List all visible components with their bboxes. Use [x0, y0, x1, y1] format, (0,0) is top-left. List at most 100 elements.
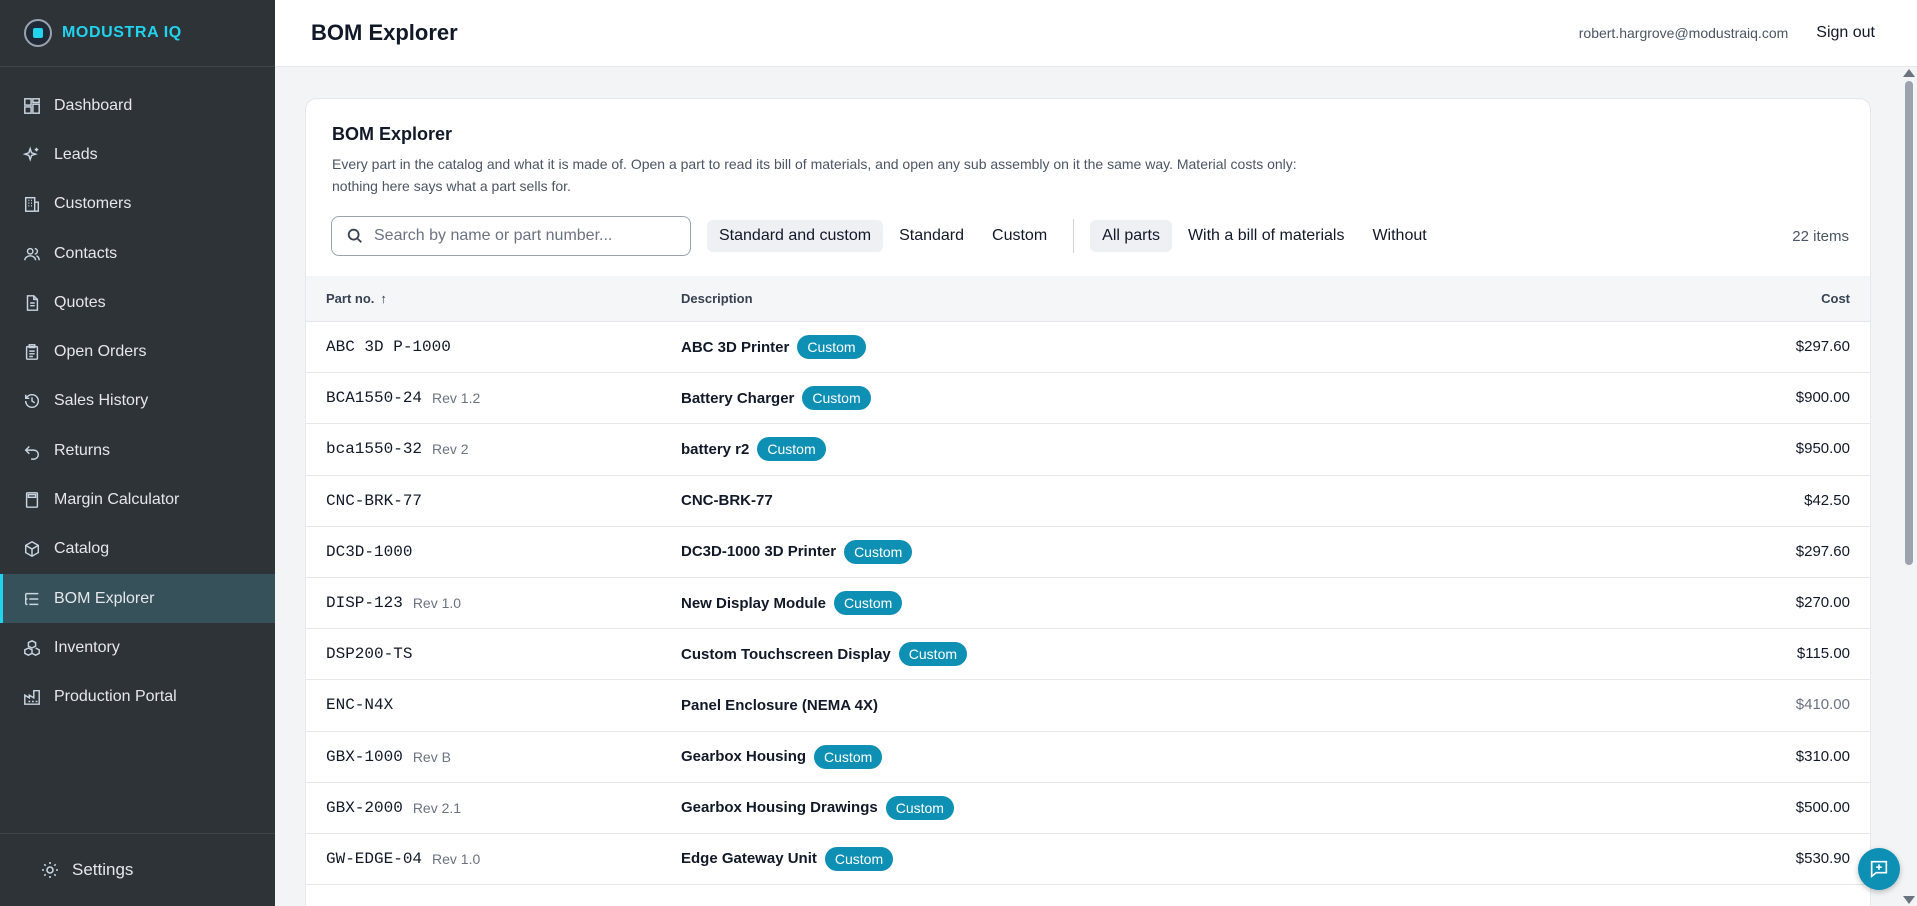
description-cell: ABC 3D Printer Custom	[681, 335, 1670, 360]
part-number: GBX-2000	[326, 798, 403, 817]
table-row[interactable]: GW-EDGE-04 Rev 1.0 Edge Gateway Unit Custom…	[306, 834, 1870, 886]
part-cell: CNC-BRK-77	[306, 492, 681, 510]
table-row[interactable]: ABC 3D P-1000 ABC 3D Printer Custom $297.60	[306, 322, 1870, 374]
table-row[interactable]: GBX-2000 Rev 2.1 Gearbox Housing Drawings C…	[306, 783, 1870, 834]
description-cell: Panel Enclosure (NEMA 4X)	[681, 697, 1670, 714]
part-number: GW-EDGE-04	[326, 849, 423, 868]
filter-all-parts[interactable]: All parts	[1090, 220, 1172, 252]
part-cell: DISP-123 Rev 1.0	[306, 594, 681, 612]
filter-without-bom[interactable]: Without	[1360, 220, 1438, 252]
table-row[interactable]: CNC-BRK-77 CNC-BRK-77 $42.50	[306, 476, 1870, 527]
cost-cell: $410.00	[1670, 696, 1870, 714]
sidebar-item-contacts[interactable]: Contacts	[0, 229, 275, 278]
sidebar-item-inventory[interactable]: Inventory	[0, 623, 275, 672]
table-row[interactable]: bca1550-32 Rev 2 battery r2 Custom $950.00	[306, 424, 1870, 476]
column-header-part[interactable]: Part no. ↑	[306, 291, 681, 306]
top-bar: BOM Explorer robert.hargrove@modustraiq.…	[275, 0, 1917, 67]
part-description: New Display Module	[681, 594, 827, 612]
part-description: Custom Touchscreen Display	[681, 645, 891, 663]
column-header-cost[interactable]: Cost	[1670, 291, 1870, 306]
revision-label: Rev 1.0	[412, 595, 462, 612]
custom-badge: Custom	[814, 744, 883, 769]
description-cell: Custom Touchscreen Display Custom	[681, 642, 1670, 667]
sidebar-item-catalog[interactable]: Catalog	[0, 525, 275, 574]
sidebar-item-label: Open Orders	[54, 343, 147, 361]
sidebar-item-label: BOM Explorer	[54, 589, 155, 607]
box-icon	[22, 539, 42, 559]
part-cell: GW-EDGE-04 Rev 1.0	[306, 850, 681, 868]
scrollbar-thumb[interactable]	[1905, 81, 1913, 565]
sidebar-item-dashboard[interactable]: Dashboard	[0, 81, 275, 130]
settings-label: Settings	[72, 860, 134, 879]
sidebar-item-customers[interactable]: Customers	[0, 180, 275, 229]
cost-cell: $950.00	[1670, 440, 1870, 458]
search-input[interactable]	[374, 227, 674, 245]
page-scrollbar[interactable]	[1900, 67, 1917, 906]
sign-out-link[interactable]: Sign out	[1816, 24, 1875, 42]
table-row[interactable]: DISP-123 Rev 1.0 New Display Module Custom $…	[306, 578, 1870, 630]
table-row[interactable]: DSP200-TS Custom Touchscreen Display Custo…	[306, 629, 1870, 681]
part-cell: DC3D-1000	[306, 543, 681, 561]
filter-with-bom[interactable]: With a bill of materials	[1176, 220, 1357, 252]
sidebar-item-returns[interactable]: Returns	[0, 426, 275, 475]
part-cost: $310.00	[1795, 747, 1850, 765]
sidebar-item-label: Dashboard	[54, 96, 133, 114]
gear-icon	[42, 862, 58, 878]
item-count: 22 items	[1792, 227, 1849, 245]
revision-label: Rev 1.2	[432, 390, 481, 407]
description-cell: battery r2 Custom	[681, 437, 1670, 462]
sidebar-item-quotes[interactable]: Quotes	[0, 278, 275, 327]
part-number: ENC-N4X	[326, 696, 394, 715]
table-row[interactable]: BCA1550-24 Rev 1.2 Battery Charger Custom $9…	[306, 373, 1870, 425]
sidebar-item-sales-history[interactable]: Sales History	[0, 377, 275, 426]
calculator-icon	[22, 490, 42, 510]
filter-standard[interactable]: Standard	[887, 220, 976, 252]
filter-custom[interactable]: Custom	[980, 220, 1059, 252]
cost-cell: $270.00	[1670, 594, 1870, 612]
table-row[interactable]: ENC-N4X Panel Enclosure (NEMA 4X) $410.00	[306, 680, 1870, 732]
dashboard-icon	[22, 96, 42, 116]
scroll-down-arrow-icon[interactable]	[1903, 896, 1915, 904]
custom-badge: Custom	[885, 795, 954, 820]
chat-button[interactable]	[1858, 848, 1900, 890]
part-cost: $530.90	[1795, 849, 1850, 867]
cost-cell: $297.60	[1670, 338, 1870, 356]
search-box[interactable]	[331, 216, 691, 256]
description-cell: Gearbox Housing Custom	[681, 744, 1670, 769]
table-row[interactable]: DC3D-1000 DC3D-1000 3D Printer Custom $297.…	[306, 527, 1870, 578]
description-cell: Edge Gateway Unit Custom	[681, 846, 1670, 871]
sidebar-item-open-orders[interactable]: Open Orders	[0, 327, 275, 376]
sidebar-item-bom-explorer[interactable]: BOM Explorer	[0, 573, 275, 624]
brand[interactable]: MODUSTRA IQ	[0, 0, 275, 67]
users-icon	[22, 244, 42, 264]
cost-cell: $42.50	[1670, 492, 1870, 510]
part-cell: bca1550-32 Rev 2	[306, 440, 681, 458]
column-header-description[interactable]: Description	[681, 291, 1670, 306]
document-icon	[22, 293, 42, 313]
card-title: BOM Explorer	[332, 124, 453, 144]
sparkle-icon	[22, 145, 42, 165]
sidebar-item-label: Customers	[54, 195, 132, 213]
part-cost: $500.00	[1795, 798, 1850, 816]
cost-cell: $530.90	[1670, 850, 1870, 868]
sidebar-item-margin-calculator[interactable]: Margin Calculator	[0, 475, 275, 524]
custom-badge: Custom	[898, 642, 968, 667]
sidebar-item-production-portal[interactable]: Production Portal	[0, 673, 275, 722]
sidebar-item-leads[interactable]: Leads	[0, 130, 275, 179]
description-cell: Gearbox Housing Drawings Custom	[681, 795, 1670, 820]
history-icon	[22, 391, 42, 411]
scroll-up-arrow-icon[interactable]	[1903, 69, 1915, 77]
filter-standard-and-custom[interactable]: Standard and custom	[707, 220, 884, 252]
user-email: robert.hargrove@modustraiq.com	[1578, 25, 1789, 41]
part-number: DSP200-TS	[326, 645, 413, 664]
settings-button[interactable]: Settings	[0, 833, 275, 906]
table-row[interactable]: GBX-1000 Rev B Gearbox Housing Custom $310.0…	[306, 732, 1870, 783]
part-description: battery r2	[681, 440, 750, 458]
sidebar-item-label: Leads	[54, 145, 98, 163]
sidebar-item-label: Inventory	[54, 638, 120, 656]
custom-badge: Custom	[824, 846, 894, 871]
parts-table: Part no. ↑ Description Cost ABC 3D P-100…	[306, 276, 1870, 886]
list-tree-icon	[22, 589, 42, 609]
part-description: Battery Charger	[681, 389, 795, 407]
custom-badge: Custom	[802, 386, 871, 411]
